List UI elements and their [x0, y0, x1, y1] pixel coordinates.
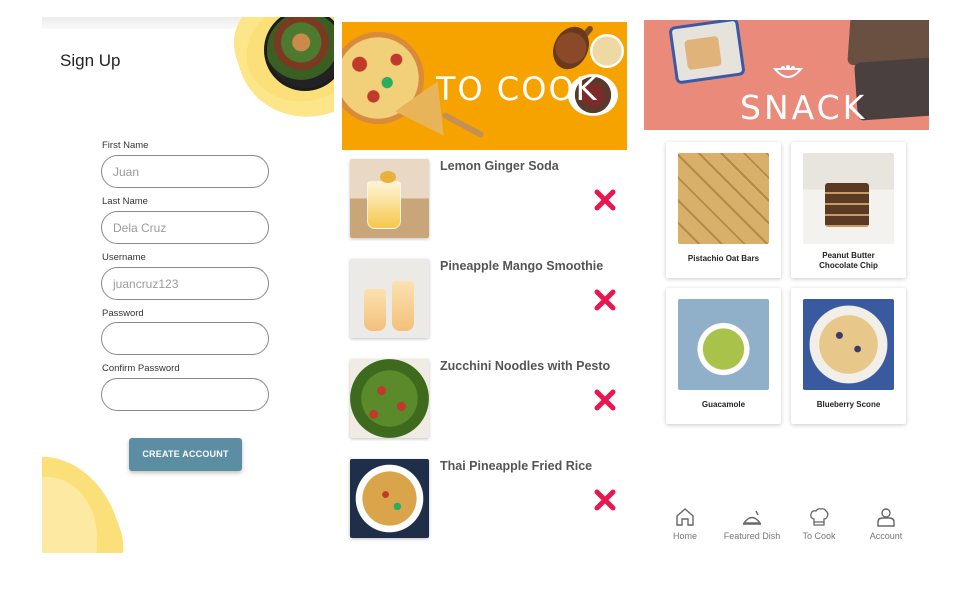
username-placeholder: juancruz123 — [113, 277, 179, 291]
snack-screen: SNACK Pistachio Oat Bars Peanut Butter Ch… — [644, 20, 929, 550]
snack-image — [678, 153, 769, 244]
snack-bowl-icon — [773, 65, 803, 78]
close-icon[interactable] — [593, 388, 617, 412]
recipe-title: Zucchini Noodles with Pesto — [440, 359, 611, 373]
snack-title: Peanut Butter Chocolate Chip — [795, 251, 902, 271]
tocook-screen: TO COOK Lemon Ginger Soda Pineapple Mang… — [342, 22, 627, 547]
snack-image — [803, 299, 894, 390]
list-item[interactable]: Pineapple Mango Smoothie — [342, 251, 627, 351]
nav-account[interactable]: Account — [853, 506, 919, 550]
banner-title: TO COOK — [436, 70, 599, 108]
first-name-placeholder: Juan — [113, 165, 140, 179]
bottom-nav: Home Featured Dish To Cook Account — [644, 506, 929, 550]
recipe-title: Thai Pineapple Fried Rice — [440, 459, 593, 473]
chef-hat-icon — [810, 508, 829, 526]
confirm-password-label: Confirm Password — [102, 363, 180, 374]
password-field[interactable] — [101, 322, 269, 355]
username-label: Username — [102, 252, 146, 263]
first-name-label: First Name — [102, 140, 149, 151]
nav-label: Home — [672, 531, 697, 541]
confirm-password-field[interactable] — [101, 378, 269, 411]
nav-label: Account — [869, 531, 903, 541]
snack-title: Pistachio Oat Bars — [687, 254, 760, 263]
nav-label: To Cook — [802, 531, 836, 541]
featured-dish-icon — [742, 510, 762, 525]
snack-image — [678, 299, 769, 390]
snack-image — [803, 153, 894, 244]
create-account-button[interactable]: CREATE ACCOUNT — [129, 438, 242, 471]
recipe-thumbnail — [350, 259, 429, 338]
snack-banner: SNACK — [644, 20, 929, 130]
nav-label: Featured Dish — [723, 531, 781, 541]
recipe-thumbnail — [350, 159, 429, 238]
snack-card[interactable]: Pistachio Oat Bars — [666, 142, 781, 278]
page-title: Sign Up — [60, 51, 121, 70]
nav-featured-dish[interactable]: Featured Dish — [719, 506, 785, 550]
account-icon — [877, 508, 895, 527]
snack-card[interactable]: Guacamole — [666, 288, 781, 424]
list-item[interactable]: Thai Pineapple Fried Rice — [342, 451, 627, 547]
nav-home[interactable]: Home — [652, 506, 718, 550]
snack-card[interactable]: Peanut Butter Chocolate Chip — [791, 142, 906, 278]
tocook-banner: TO COOK — [342, 22, 627, 150]
close-icon[interactable] — [593, 188, 617, 212]
snack-title-line1: Peanut Butter — [822, 251, 875, 260]
last-name-label: Last Name — [102, 196, 148, 207]
first-name-field[interactable]: Juan — [101, 155, 269, 188]
recipe-title: Pineapple Mango Smoothie — [440, 259, 604, 273]
list-item[interactable]: Lemon Ginger Soda — [342, 151, 627, 251]
sandwich-image — [684, 35, 722, 71]
snack-card[interactable]: Blueberry Scone — [791, 288, 906, 424]
banner-title: SNACK — [740, 88, 868, 127]
home-icon — [676, 508, 694, 526]
snack-title: Guacamole — [701, 400, 746, 409]
close-icon[interactable] — [593, 288, 617, 312]
recipe-thumbnail — [350, 359, 429, 438]
password-label: Password — [102, 308, 144, 319]
recipe-title: Lemon Ginger Soda — [440, 159, 559, 173]
list-item[interactable]: Zucchini Noodles with Pesto — [342, 351, 627, 451]
snack-title-line2: Chocolate Chip — [819, 261, 878, 270]
last-name-field[interactable]: Dela Cruz — [101, 211, 269, 244]
close-icon[interactable] — [593, 488, 617, 512]
recipe-thumbnail — [350, 459, 429, 538]
signup-screen: Sign Up First Name Juan Last Name Dela C… — [42, 17, 334, 553]
last-name-placeholder: Dela Cruz — [113, 221, 167, 235]
spice-bowl-image — [590, 34, 624, 68]
nav-to-cook[interactable]: To Cook — [786, 506, 852, 550]
username-field[interactable]: juancruz123 — [101, 267, 269, 300]
snack-title: Blueberry Scone — [816, 400, 881, 409]
